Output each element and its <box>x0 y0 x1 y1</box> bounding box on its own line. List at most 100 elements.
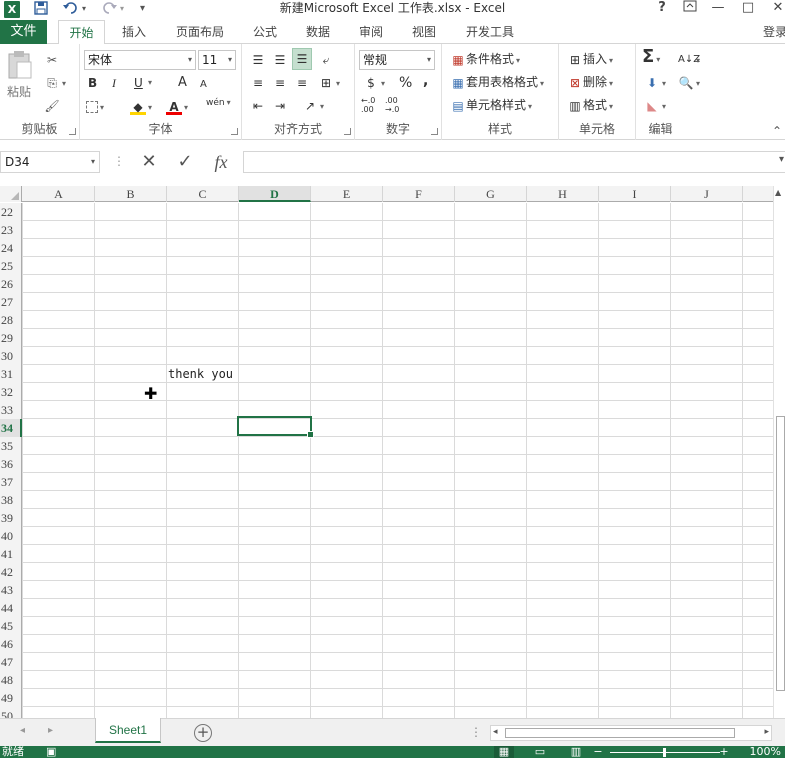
font-size-select[interactable]: 11 ▾ <box>198 50 236 70</box>
align-right-icon[interactable]: ≡ <box>294 73 310 91</box>
row-header-50[interactable]: 50 <box>0 707 22 718</box>
format-painter-icon[interactable]: 🖌 <box>44 96 60 114</box>
decrease-indent-icon[interactable]: ⇤ <box>250 96 266 114</box>
horizontal-scrollbar[interactable]: ◂ ▸ <box>490 725 772 741</box>
redo-dropdown-icon[interactable]: ▾ <box>120 0 124 18</box>
worksheet-grid[interactable]: ABCDEFGHIJ 22 23 24 25 26 27 28 29 30 31 32 33 34 35 3… <box>0 186 773 718</box>
collapse-ribbon-icon[interactable]: ⌃ <box>772 122 782 140</box>
column-header-g[interactable]: G <box>455 186 527 202</box>
active-cell-d34[interactable] <box>237 416 314 438</box>
add-sheet-button[interactable]: + <box>194 724 212 742</box>
clipboard-launcher-icon[interactable] <box>69 128 76 135</box>
row-header-38[interactable]: 38 <box>0 491 22 509</box>
column-header-d[interactable]: D <box>239 186 311 202</box>
save-icon[interactable] <box>33 0 49 18</box>
percent-style-button[interactable]: % <box>399 74 412 92</box>
page-break-view-icon[interactable]: ▥ <box>566 746 586 758</box>
row-header-41[interactable]: 41 <box>0 545 22 563</box>
customize-toolbar-icon[interactable]: ▾ <box>140 0 145 18</box>
row-header-29[interactable]: 29 <box>0 329 22 347</box>
close-button[interactable]: ✕ <box>768 0 785 16</box>
vertical-scrollbar[interactable]: ▲ <box>773 186 785 718</box>
tab-home[interactable]: 开始 <box>58 20 105 45</box>
row-header-33[interactable]: 33 <box>0 401 22 419</box>
row-header-24[interactable]: 24 <box>0 239 22 257</box>
name-box[interactable]: D34 ▾ <box>0 151 100 173</box>
row-header-36[interactable]: 36 <box>0 455 22 473</box>
autosum-button[interactable]: Σ ▾ <box>642 48 660 69</box>
tab-data[interactable]: 数据 <box>297 20 339 44</box>
scroll-up-icon[interactable]: ▲ <box>775 188 781 197</box>
align-bottom-icon[interactable]: ☰ <box>292 48 312 70</box>
tab-review[interactable]: 审阅 <box>350 20 392 44</box>
increase-decimal-icon[interactable]: ←.0.00 <box>361 96 375 114</box>
row-header-22[interactable]: 22 <box>0 203 22 221</box>
italic-button[interactable]: I <box>112 74 116 92</box>
row-header-26[interactable]: 26 <box>0 275 22 293</box>
undo-dropdown-icon[interactable]: ▾ <box>82 0 86 18</box>
delete-cells-button[interactable]: ⊠ 删除 ▾ <box>567 73 613 93</box>
row-header-31[interactable]: 31 <box>0 365 22 383</box>
row-header-46[interactable]: 46 <box>0 635 22 653</box>
column-header-c[interactable]: C <box>167 186 239 202</box>
merge-center-icon[interactable]: ⊞ ▾ <box>318 73 340 93</box>
zoom-level[interactable]: 100% <box>750 746 781 758</box>
tab-formulas[interactable]: 公式 <box>244 20 286 44</box>
restore-button[interactable]: □ <box>738 0 758 16</box>
row-header-47[interactable]: 47 <box>0 653 22 671</box>
row-header-23[interactable]: 23 <box>0 221 22 239</box>
font-launcher-icon[interactable] <box>231 128 238 135</box>
copy-icon[interactable]: ⎘ ▾ <box>44 73 66 93</box>
row-header-28[interactable]: 28 <box>0 311 22 329</box>
zoom-slider-thumb[interactable] <box>663 748 666 757</box>
borders-icon[interactable]: ▾ <box>86 97 104 117</box>
tab-view[interactable]: 视图 <box>403 20 445 44</box>
select-all-button[interactable] <box>0 186 22 202</box>
column-header-e[interactable]: E <box>311 186 383 202</box>
clear-icon[interactable]: ◣ ▾ <box>644 96 666 116</box>
font-color-icon[interactable]: A ▾ <box>166 97 188 117</box>
underline-button[interactable]: U <box>134 74 143 92</box>
shrink-font-button[interactable]: A <box>200 76 207 94</box>
alignment-launcher-icon[interactable] <box>344 128 351 135</box>
row-header-25[interactable]: 25 <box>0 257 22 275</box>
paste-button[interactable]: 粘贴 <box>4 50 34 99</box>
row-header-43[interactable]: 43 <box>0 581 22 599</box>
grow-font-button[interactable]: A <box>178 74 187 92</box>
row-header-42[interactable]: 42 <box>0 563 22 581</box>
ribbon-display-options-icon[interactable] <box>680 0 700 16</box>
align-middle-icon[interactable]: ☰ <box>272 50 288 68</box>
tab-file[interactable]: 文件 <box>0 20 47 44</box>
undo-icon[interactable] <box>62 0 80 18</box>
next-sheet-icon[interactable]: ▸ <box>48 725 53 736</box>
fill-color-icon[interactable]: ◆ ▾ <box>130 97 152 117</box>
tab-insert[interactable]: 插入 <box>112 20 156 44</box>
tab-developer[interactable]: 开发工具 <box>458 20 522 44</box>
vertical-scroll-thumb[interactable] <box>776 416 785 691</box>
row-header-35[interactable]: 35 <box>0 437 22 455</box>
minimize-button[interactable]: — <box>708 0 728 16</box>
cell-c31[interactable]: thenk you <box>168 365 233 383</box>
align-left-icon[interactable]: ≡ <box>250 73 266 91</box>
normal-view-icon[interactable]: ▦ <box>494 746 514 758</box>
insert-cells-button[interactable]: ⊞ 插入 ▾ <box>567 50 613 70</box>
row-header-27[interactable]: 27 <box>0 293 22 311</box>
cut-icon[interactable]: ✂ <box>44 50 60 68</box>
accounting-format-icon[interactable]: $ ▾ <box>363 73 385 93</box>
orientation-icon[interactable]: ↗ ▾ <box>302 96 324 116</box>
column-header-j[interactable]: J <box>671 186 743 202</box>
formula-input[interactable] <box>243 151 785 173</box>
increase-indent-icon[interactable]: ⇥ <box>272 96 288 114</box>
row-header-40[interactable]: 40 <box>0 527 22 545</box>
underline-dropdown-icon[interactable]: ▾ <box>148 74 152 92</box>
column-header-b[interactable]: B <box>95 186 167 202</box>
scroll-right-icon[interactable]: ▸ <box>764 727 769 737</box>
bold-button[interactable]: B <box>88 74 97 92</box>
horizontal-scroll-thumb[interactable] <box>505 728 735 738</box>
sign-in-link[interactable]: 登录 <box>763 20 785 44</box>
align-center-icon[interactable]: ≡ <box>272 73 288 91</box>
sheet-tab-sheet1[interactable]: Sheet1 <box>95 718 161 743</box>
row-header-48[interactable]: 48 <box>0 671 22 689</box>
enter-icon[interactable]: ✓ <box>170 150 200 174</box>
decrease-decimal-icon[interactable]: .00 →.0 <box>385 96 399 114</box>
